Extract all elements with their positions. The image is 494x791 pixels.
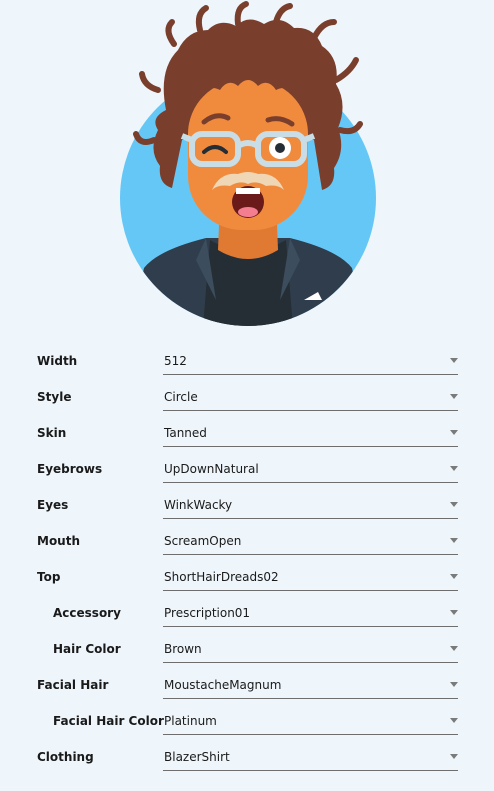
option-row-eyes: Eyes WinkWacky (0, 488, 494, 524)
top-value: ShortHairDreads02 (164, 570, 279, 584)
chevron-down-icon (450, 394, 458, 399)
facial-hair-label: Facial Hair (37, 678, 109, 692)
style-label: Style (37, 390, 72, 404)
option-row-accessory: Accessory Prescription01 (0, 596, 494, 632)
option-row-hair-color: Hair Color Brown (0, 632, 494, 668)
clothing-dropdown[interactable]: BlazerShirt (163, 742, 458, 771)
option-row-clothing: Clothing BlazerShirt (0, 740, 494, 776)
style-dropdown[interactable]: Circle (163, 382, 458, 411)
eyes-dropdown[interactable]: WinkWacky (163, 490, 458, 519)
chevron-down-icon (450, 502, 458, 507)
facial-hair-color-dropdown[interactable]: Platinum (163, 706, 458, 735)
chevron-down-icon (450, 430, 458, 435)
width-value: 512 (164, 354, 187, 368)
avatar-image (120, 1, 376, 326)
eyes-label: Eyes (37, 498, 69, 512)
chevron-down-icon (450, 718, 458, 723)
eyebrows-label: Eyebrows (37, 462, 103, 476)
accessory-value: Prescription01 (164, 606, 251, 620)
skin-dropdown[interactable]: Tanned (163, 418, 458, 447)
top-dropdown[interactable]: ShortHairDreads02 (163, 562, 458, 591)
hair-color-value: Brown (164, 642, 202, 656)
skin-label: Skin (37, 426, 67, 440)
mouth-value: ScreamOpen (164, 534, 242, 548)
width-label: Width (37, 354, 78, 368)
option-row-eyebrows: Eyebrows UpDownNatural (0, 452, 494, 488)
option-row-facial-hair-color: Facial Hair Color Platinum (0, 704, 494, 740)
skin-value: Tanned (164, 426, 207, 440)
chevron-down-icon (450, 646, 458, 651)
chevron-down-icon (450, 358, 458, 363)
facial-hair-color-label: Facial Hair Color (53, 714, 164, 728)
clothing-value: BlazerShirt (164, 750, 230, 764)
clothing-label: Clothing (37, 750, 94, 764)
chevron-down-icon (450, 538, 458, 543)
option-row-mouth: Mouth ScreamOpen (0, 524, 494, 560)
style-value: Circle (164, 390, 198, 404)
chevron-down-icon (450, 610, 458, 615)
option-row-width: Width 512 (0, 344, 494, 380)
hair-color-dropdown[interactable]: Brown (163, 634, 458, 663)
hair-color-label: Hair Color (53, 642, 121, 656)
facial-hair-color-value: Platinum (164, 714, 217, 728)
chevron-down-icon (450, 754, 458, 759)
option-row-skin: Skin Tanned (0, 416, 494, 452)
eyebrows-dropdown[interactable]: UpDownNatural (163, 454, 458, 483)
accessory-dropdown[interactable]: Prescription01 (163, 598, 458, 627)
option-row-facial-hair: Facial Hair MoustacheMagnum (0, 668, 494, 704)
width-dropdown[interactable]: 512 (163, 346, 458, 375)
mouth-label: Mouth (37, 534, 81, 548)
option-row-style: Style Circle (0, 380, 494, 416)
eyes-value: WinkWacky (164, 498, 233, 512)
avatar-preview (108, 0, 388, 330)
facial-hair-value: MoustacheMagnum (164, 678, 282, 692)
chevron-down-icon (450, 682, 458, 687)
facial-hair-dropdown[interactable]: MoustacheMagnum (163, 670, 458, 699)
accessory-label: Accessory (53, 606, 121, 620)
option-row-top: Top ShortHairDreads02 (0, 560, 494, 596)
mouth-dropdown[interactable]: ScreamOpen (163, 526, 458, 555)
chevron-down-icon (450, 466, 458, 471)
chevron-down-icon (450, 574, 458, 579)
avatar-options-form: Width 512 Style Circle Skin Tanned Eyebr… (0, 344, 494, 776)
top-label: Top (37, 570, 61, 584)
eyebrows-value: UpDownNatural (164, 462, 259, 476)
